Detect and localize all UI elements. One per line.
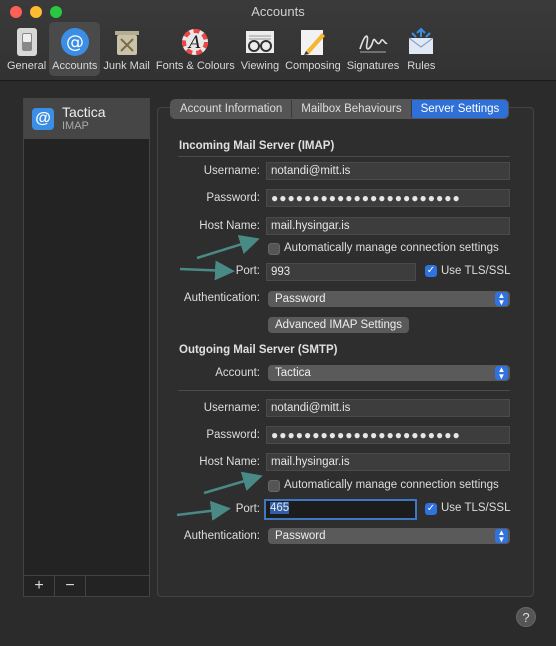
arrow-to-incoming-port — [179, 260, 235, 281]
accounts-preferences-window: Accounts General @ Accounts Junk Mail A … — [0, 0, 556, 646]
arrow-to-incoming-auto-manage — [196, 234, 260, 260]
annotation-arrows — [176, 234, 263, 521]
arrow-to-outgoing-auto-manage — [203, 471, 263, 495]
arrow-to-outgoing-port — [176, 500, 231, 521]
